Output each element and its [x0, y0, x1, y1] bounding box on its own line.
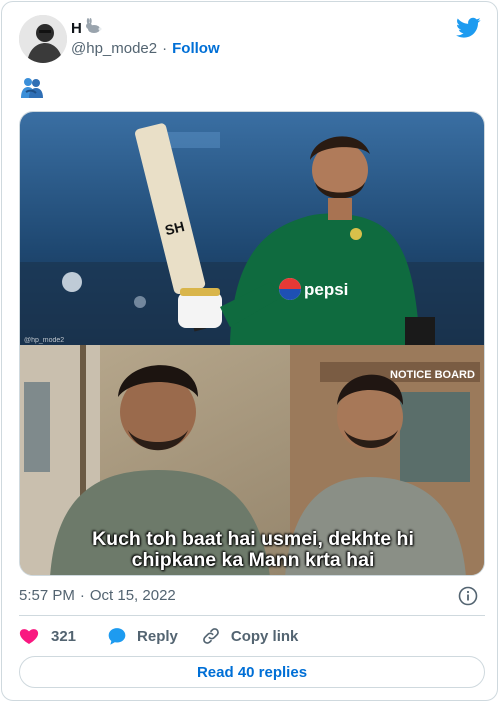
- meme-caption-line-2: chipkane ka Mann krta hai: [131, 549, 375, 571]
- author-name-line[interactable]: H: [71, 18, 102, 38]
- reply-button[interactable]: Reply: [107, 626, 178, 646]
- watermark: @hp_mode2: [24, 337, 64, 344]
- copy-link-label: Copy link: [230, 627, 299, 645]
- reply-label: Reply: [137, 627, 178, 645]
- link-icon: [203, 628, 219, 644]
- avatar[interactable]: [19, 15, 67, 63]
- reply-bubble-icon: [108, 628, 126, 645]
- handle-line: @hp_mode2 · Follow: [71, 40, 220, 57]
- people-hugging-icon: [20, 77, 44, 99]
- author-name[interactable]: H: [71, 20, 82, 37]
- tweet-time[interactable]: 5:57 PM: [19, 587, 75, 604]
- notice-board-sign: NOTICE BOARD: [390, 369, 475, 381]
- jersey-logo-text: pepsi: [304, 280, 348, 299]
- like-button[interactable]: 321: [19, 626, 76, 646]
- divider: [19, 615, 485, 616]
- heart-icon: [19, 629, 39, 644]
- meme-caption-line-1: Kuch toh baat hai usmei, dekhte hi: [92, 528, 414, 550]
- twitter-bird-icon[interactable]: [456, 17, 481, 39]
- tweet-timestamp[interactable]: 5:57 PM · Oct 15, 2022: [19, 587, 176, 604]
- copy-link-button[interactable]: Copy link: [201, 626, 299, 646]
- separator: ·: [162, 40, 168, 57]
- author-handle[interactable]: @hp_mode2: [71, 40, 157, 57]
- info-icon[interactable]: [458, 586, 478, 606]
- action-bar: 321 Reply Copy link: [19, 624, 298, 648]
- tweet-date[interactable]: Oct 15, 2022: [90, 587, 176, 604]
- tweet-card: H @hp_mode2 · Follow SH pepsi @hp_mode2 …: [1, 1, 498, 701]
- follow-button[interactable]: Follow: [172, 40, 220, 57]
- read-replies-button[interactable]: Read 40 replies: [19, 656, 485, 688]
- tweet-media-image[interactable]: SH pepsi @hp_mode2 NOTICE BOARD Kuch toh…: [19, 111, 485, 576]
- rabbit-icon: [84, 18, 102, 38]
- separator: ·: [79, 587, 85, 604]
- like-count: 321: [51, 627, 77, 645]
